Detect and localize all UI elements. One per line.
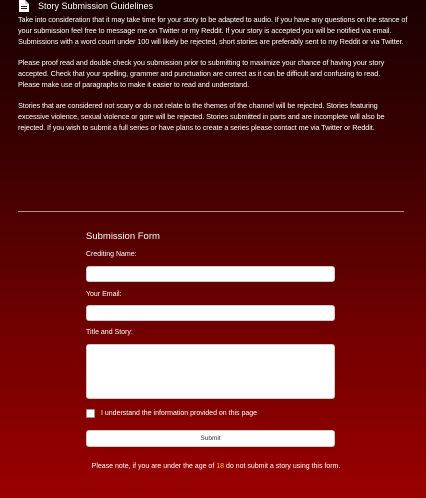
crediting-name-label: Crediting Name: bbox=[86, 251, 137, 258]
agreement-label: I understand the information provided on… bbox=[101, 410, 258, 417]
guidelines-paragraph: Please make use of paragraphs to make it… bbox=[18, 80, 250, 89]
age-note-age: 18 bbox=[216, 463, 224, 470]
agreement-row: I understand the information provided on… bbox=[86, 409, 257, 418]
guidelines-header: Story Submission Guidelines bbox=[18, 0, 153, 12]
file-lines-icon bbox=[18, 0, 30, 12]
age-note-after: do not submit a story using this form. bbox=[224, 463, 341, 470]
agreement-checkbox[interactable] bbox=[86, 409, 95, 418]
story-textarea[interactable] bbox=[87, 345, 334, 398]
guidelines-paragraph: Please proof read and double check you s… bbox=[18, 58, 385, 78]
age-note-before: Please note, if you are under the age of bbox=[91, 463, 217, 470]
crediting-name-field[interactable] bbox=[86, 266, 335, 285]
guidelines-title: Story Submission Guidelines bbox=[38, 1, 154, 11]
story-field[interactable] bbox=[86, 344, 335, 399]
email-label: Your Email: bbox=[86, 291, 122, 298]
guidelines-paragraph: Take into consideration that it may take… bbox=[18, 15, 408, 35]
story-label: Title and Story: bbox=[86, 329, 133, 336]
crediting-name-input[interactable] bbox=[87, 270, 334, 285]
form-title: Submission Form bbox=[86, 231, 160, 242]
age-note: Please note, if you are under the age of… bbox=[86, 461, 346, 472]
section-divider bbox=[18, 211, 404, 212]
guidelines-paragraph: Stories that are considered not scary or… bbox=[18, 101, 385, 132]
email-field[interactable] bbox=[86, 305, 335, 324]
submit-button[interactable]: Submit bbox=[86, 430, 335, 447]
guidelines-text: Take into consideration that it may take… bbox=[18, 14, 410, 143]
guidelines-paragraph: Submissions with a word count under 100 … bbox=[18, 37, 404, 46]
email-input[interactable] bbox=[87, 309, 334, 324]
